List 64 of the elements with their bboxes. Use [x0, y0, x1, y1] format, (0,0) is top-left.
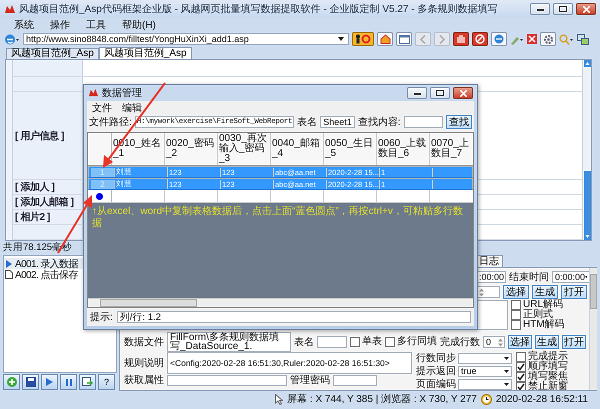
tip-label: 提示: [90, 311, 113, 324]
checkbox-label[interactable]: URL解码 [523, 300, 564, 310]
action-button[interactable]: 生成 [532, 285, 558, 299]
column-header[interactable]: 0060_上载 数目_6 [377, 133, 430, 165]
checkbox-label[interactable]: HTM解码 [523, 320, 565, 330]
sheet-name-field[interactable]: Sheet1 [320, 116, 355, 128]
form-label: [ 添加人邮箱 ] [15, 196, 74, 209]
cursor-coordinates: 屏幕 : X 744, Y 385 | 浏览器 : X 730, Y 277 [287, 392, 477, 406]
return-prompt-select[interactable]: true [458, 366, 512, 376]
checkbox-label[interactable]: 单表 [362, 337, 382, 347]
return-prompt-label: 提示返回 [416, 366, 456, 376]
action-button[interactable]: 选择 [503, 285, 529, 299]
action-button[interactable]: 打开 [561, 285, 587, 299]
checkbox-label[interactable]: 多行同填 [397, 337, 437, 347]
form-label: [ 添加人 ] [15, 180, 54, 194]
done-rows-spinner[interactable]: 0 [483, 336, 505, 348]
menu-item[interactable]: 编辑 [117, 100, 147, 114]
end-time-label: 结束时间 [509, 270, 549, 284]
action-button[interactable]: 选择 [508, 335, 532, 349]
checkbox-label[interactable]: 完成提示 [528, 352, 568, 362]
table-name-label: 表名 [294, 336, 314, 349]
address-field[interactable]: http://www.sino8848.com/filltest/YongHuXinXi_add1.asp [23, 33, 349, 45]
form-label: [ 用户信息 ] [15, 129, 64, 142]
column-header[interactable]: 0050_生日 _5 [324, 133, 377, 165]
checkbox-label[interactable]: 正则式 [523, 310, 553, 320]
action-button[interactable]: 生成 [535, 335, 559, 349]
dialog-title: 数据管理 [102, 87, 142, 100]
menu-item[interactable]: 帮助(H) [114, 18, 164, 32]
tip-field[interactable]: 列/行: 1.2 [116, 311, 471, 323]
help-button[interactable]: ? [98, 374, 115, 390]
column-header[interactable]: 0070_上 数目_7 [430, 133, 473, 165]
checkbox-label[interactable]: 填写聚焦 [528, 372, 568, 382]
form-label: [ 相片2 ] [15, 210, 50, 224]
data-file-field[interactable]: FillForm\多条规则数据填写_DataSource_1. [167, 332, 291, 352]
step-item[interactable]: A002. 点击保存 [4, 269, 116, 280]
action-button[interactable]: 打开 [562, 335, 586, 349]
status-time: 2020-02-28 16:52:11 [496, 394, 588, 404]
menu-item[interactable]: 操作 [42, 18, 78, 32]
attribute-label: 获取属性 [124, 375, 164, 386]
menu-item[interactable]: 系统 [6, 18, 42, 32]
browser-tab[interactable]: 风越项目范例_Asp [98, 47, 192, 59]
sheet-name-label: 表名 [297, 116, 318, 129]
column-header[interactable]: 0040_邮箱 _4 [271, 133, 324, 165]
row-sync-label: 行数同步 [416, 352, 456, 364]
page-encoding-label: 页面编码 [416, 378, 456, 390]
column-header[interactable]: 0020_密码 _2 [165, 133, 218, 165]
window-title: 风越项目范例_Asp代码框架企业版 - 风越网页批量填写数据提取软件 - 企业版定制 V5.27 - 多条规则数据填写 [19, 2, 498, 16]
checkbox-label[interactable]: 顺序填写 [528, 362, 568, 372]
file-path-label: 文件路径: [89, 116, 132, 129]
column-header[interactable]: 0030_再次 输入_密码 _3 [218, 133, 271, 165]
data-file-label: 数据文件 [124, 336, 164, 349]
paste-hint-text: ↑从excel、word中复制表格数据后，点击上面“蓝色圆点”，再按ctrl+v，可粘贴多行数据 [92, 206, 464, 231]
start-time-select[interactable]: :00:00 [476, 271, 506, 283]
rule-description-label: 规则说明 [124, 358, 164, 368]
admin-password-label: 管理密码 [290, 375, 330, 386]
find-label: 查找内容: [358, 116, 401, 129]
checkbox-label[interactable]: 禁止新窗 [528, 382, 568, 390]
browser-tab[interactable]: 风越项目范例_Asp [6, 48, 99, 59]
menu-item[interactable]: 工具 [78, 18, 114, 32]
find-button[interactable]: 查找 [446, 115, 472, 129]
rule-description-field[interactable]: <Config:2020-02-28 16:51:30,Ruler:2020-02-28 16:51:30> [167, 352, 412, 374]
done-rows-label: 完成行数 [440, 336, 480, 349]
menu-item[interactable]: 文件 [87, 100, 117, 114]
end-time-select[interactable]: 0:00:00 [552, 271, 590, 283]
